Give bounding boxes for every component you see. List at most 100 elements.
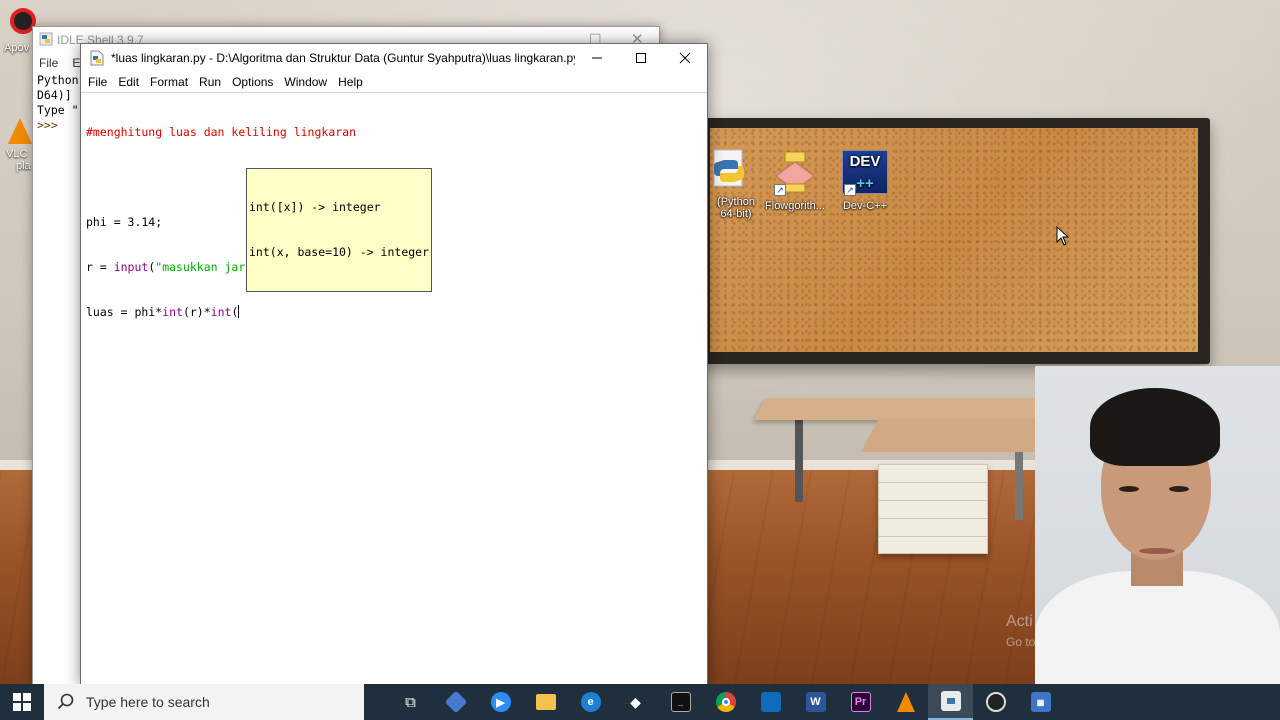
calculator-icon: ▦: [1030, 692, 1051, 712]
game-icon: ◆: [630, 693, 641, 710]
builtin-token: int: [162, 305, 183, 319]
shortcut-arrow-icon: ↗: [844, 184, 856, 196]
vlc-cone-icon: [8, 118, 32, 144]
desktop-icon-label: Apov: [4, 42, 30, 54]
minimize-icon: [592, 57, 602, 59]
obs-icon: [985, 692, 1006, 712]
menu-format[interactable]: Format: [145, 75, 194, 89]
editor-titlebar[interactable]: *luas lingkaran.py - D:\Algoritma dan St…: [81, 44, 707, 72]
taskbar-zoom[interactable]: ▶: [478, 684, 523, 720]
taskbar-terminal[interactable]: _: [658, 684, 703, 720]
menu-options[interactable]: Options: [227, 75, 279, 89]
taskbar-outlook[interactable]: [748, 684, 793, 720]
code-token: luas = phi*: [86, 305, 163, 319]
desktop-icon-apowersoft[interactable]: Apov: [0, 8, 36, 54]
person-eye: [1119, 486, 1139, 492]
desk-return: [860, 418, 1055, 452]
code-token: (r)*: [182, 305, 211, 319]
person-eye: [1169, 486, 1189, 492]
taskbar-edge[interactable]: e: [568, 684, 613, 720]
search-icon: [57, 693, 74, 710]
desktop-icon-flowgorithm[interactable]: ↗ Flowgorith...: [760, 150, 830, 212]
calltip-line: int([x]) -> integer: [249, 200, 381, 214]
menu-file[interactable]: File: [83, 75, 113, 89]
desk-leg: [795, 416, 803, 502]
vlc-icon: [896, 692, 915, 712]
idle-taskbar-icon: [940, 691, 961, 711]
search-placeholder: Type here to search: [86, 694, 210, 710]
edge-icon: e: [580, 692, 601, 712]
idle-editor-window[interactable]: *luas lingkaran.py - D:\Algoritma dan St…: [80, 43, 708, 686]
zoom-icon: ▶: [490, 692, 511, 712]
taskbar-obs[interactable]: [973, 684, 1018, 720]
editor-menubar: File Edit Format Run Options Window Help: [81, 72, 707, 92]
app-grid-icon: [444, 690, 467, 714]
desk-top: [754, 398, 1046, 420]
premiere-icon: Pr: [850, 692, 871, 712]
text-caret: [238, 305, 240, 318]
maximize-icon: [636, 53, 646, 63]
close-icon: [679, 52, 691, 64]
shell-menu-file[interactable]: File: [39, 56, 58, 70]
folder-icon: [535, 694, 556, 710]
desktop-icon-label: Dev-C++: [842, 200, 888, 212]
editor-title: *luas lingkaran.py - D:\Algoritma dan St…: [111, 51, 575, 65]
taskbar-game[interactable]: ◆: [613, 684, 658, 720]
taskbar-app-grid[interactable]: [433, 684, 478, 720]
taskbar-premiere[interactable]: Pr: [838, 684, 883, 720]
desktop-icon-label: VLC: [6, 148, 28, 160]
flowgorithm-icon: ↗: [772, 150, 818, 196]
taskbar-idle[interactable]: [928, 684, 973, 720]
code-line-comment: #menghitung luas dan keliling lingkaran: [86, 125, 707, 140]
taskbar-chrome[interactable]: [703, 684, 748, 720]
person-mouth: [1139, 548, 1175, 554]
menu-help[interactable]: Help: [333, 75, 369, 89]
devcpp-badge: DEV: [849, 153, 881, 170]
task-view-icon: ⧉: [405, 693, 416, 711]
calltip-popup: int([x]) -> integer int(x, base=10) -> i…: [246, 168, 433, 292]
terminal-icon: _: [670, 692, 691, 712]
word-icon: W: [805, 692, 826, 712]
desk-drawers: [878, 464, 988, 554]
builtin-token: input: [113, 260, 149, 274]
taskbar-search-box[interactable]: Type here to search: [44, 684, 364, 720]
taskbar: Type here to search ⧉ ▶ e ◆ _ W Pr ▦: [0, 684, 1280, 720]
menu-window[interactable]: Window: [279, 75, 333, 89]
builtin-token: int: [210, 305, 232, 319]
start-button[interactable]: [0, 684, 44, 720]
code-token: phi = 3.14;: [86, 215, 163, 229]
maximize-button[interactable]: [619, 44, 663, 72]
person-hair: [1090, 388, 1220, 466]
chrome-icon: [715, 692, 736, 712]
python-icon: [706, 146, 752, 192]
shortcut-arrow-icon: ↗: [774, 184, 786, 196]
code-token: r =: [86, 260, 114, 274]
activate-windows-watermark: Acti Go to: [1006, 612, 1035, 652]
minimize-button[interactable]: [575, 44, 619, 72]
watermark-line: Go to: [1006, 635, 1036, 649]
mouse-cursor-icon: [1056, 226, 1070, 246]
desktop-icon-vlc[interactable]: VLC pla: [0, 118, 36, 172]
devcpp-icon: DEV ++ ↗: [842, 150, 888, 196]
idle-icon: [39, 32, 53, 46]
code-token: (: [231, 305, 239, 319]
desktop-icon-label: pla: [16, 160, 31, 172]
taskbar-calculator[interactable]: ▦: [1018, 684, 1063, 720]
taskbar-file-explorer[interactable]: [523, 684, 568, 720]
menu-edit[interactable]: Edit: [113, 75, 145, 89]
desktop-icon-label: Flowgorith...: [765, 200, 825, 212]
outlook-icon: [760, 692, 781, 712]
taskbar-vlc[interactable]: [883, 684, 928, 720]
desktop-icon-label: (Python 64-bit): [717, 196, 755, 220]
code-line-luas: luas = phi*int(r)*int(: [86, 305, 707, 320]
windows-logo-icon: [13, 693, 31, 711]
taskbar-word[interactable]: W: [793, 684, 838, 720]
comment-token: #menghitung luas dan keliling lingkaran: [86, 125, 357, 139]
desktop-icon-devcpp[interactable]: DEV ++ ↗ Dev-C++: [830, 150, 900, 212]
menu-run[interactable]: Run: [194, 75, 227, 89]
idle-file-icon: [90, 50, 104, 66]
webcam-overlay: [1035, 366, 1280, 720]
calltip-line: int(x, base=10) -> integer: [249, 245, 430, 259]
task-view-button[interactable]: ⧉: [388, 684, 433, 720]
close-button[interactable]: [663, 44, 707, 72]
